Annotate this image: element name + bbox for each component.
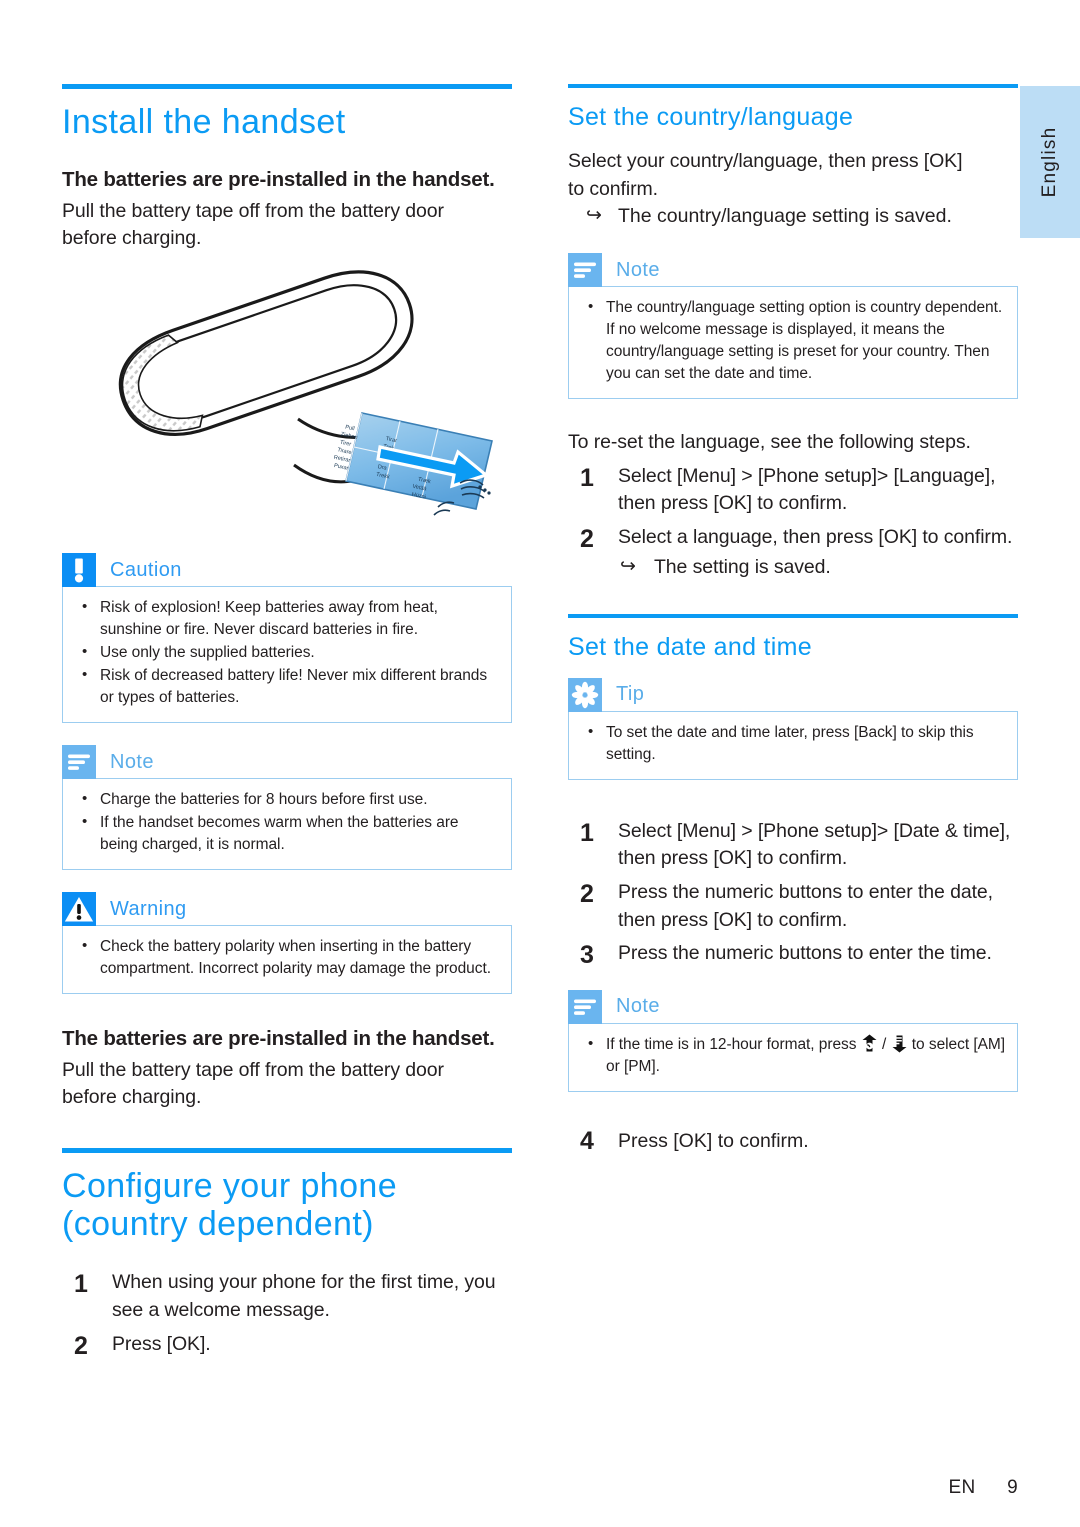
- footer-page-number: 9: [1007, 1477, 1018, 1498]
- list-item: Use only the supplied batteries.: [75, 641, 499, 664]
- callout-warning-title: Warning: [110, 897, 187, 920]
- list-item: Charge the batteries for 8 hours before …: [75, 788, 499, 811]
- note-icon: [62, 745, 96, 780]
- subheading-batteries-preinstalled-2: The batteries are pre-installed in the h…: [62, 1027, 495, 1051]
- callout-note-country-dependent: Note The country/language setting option…: [568, 253, 1018, 400]
- final-step: 4 Press [OK] to confirm.: [568, 1127, 1018, 1156]
- callout-tip-header: Tip: [568, 677, 1018, 712]
- page-title-configure: Configure your phone (country dependent): [62, 1167, 512, 1243]
- callout-note2-header: Note: [568, 989, 1018, 1024]
- page-title-configure-line1: Configure your phone: [62, 1167, 398, 1206]
- callout-caution-body: Risk of explosion! Keep batteries away f…: [62, 586, 512, 724]
- caution-icon: [62, 553, 96, 588]
- callout-note-header: Note: [62, 745, 512, 780]
- callout-note2-body: If the time is in 12-hour format, press …: [568, 1022, 1018, 1092]
- handset-battery-tape-illustration: Pull Ziehen Tirer Tirare Retirar Puxar T…: [62, 269, 512, 531]
- page-title-configure-line2: (country dependent): [62, 1205, 374, 1244]
- language-steps-list: Select [Menu] > [Phone setup]> [Language…: [568, 461, 1018, 582]
- callout-warning-body: Check the battery polarity when insertin…: [62, 925, 512, 995]
- list-item: If the time is in 12-hour format, press …: [581, 1033, 1005, 1078]
- list-item: If the handset becomes warm when the bat…: [75, 811, 499, 856]
- body-text-pull-tape-line2: before charging.: [62, 227, 202, 250]
- callout-note1-body: The country/language setting option is c…: [568, 286, 1018, 400]
- result-country-saved-text: The country/language setting is saved.: [618, 205, 952, 228]
- section-title-country-language: Set the country/language: [568, 103, 854, 131]
- callout-caution: Caution Risk of explosion! Keep batterie…: [62, 553, 512, 724]
- callout-warning: Warning Check the battery polarity when …: [62, 892, 512, 995]
- body-text-select-country-line1: Select your country/language, then press…: [568, 150, 963, 172]
- list-item: Check the battery polarity when insertin…: [75, 935, 499, 980]
- tip-icon: [568, 677, 602, 712]
- page-title: Install the handset: [62, 103, 346, 141]
- result-setting-saved-text: The setting is saved.: [654, 555, 831, 578]
- list-item: The country/language setting option is c…: [581, 296, 1005, 385]
- callout-note2-title: Note: [616, 995, 660, 1018]
- result-arrow-icon: ↪: [620, 555, 636, 577]
- result-country-saved: ↪ The country/language setting is saved.: [568, 203, 1018, 231]
- callout-note-12-hour-format: Note If the time is in 12-hour format, p…: [568, 989, 1018, 1092]
- section-title-date-time: Set the date and time: [568, 632, 812, 661]
- list-item: Press the numeric buttons to enter the t…: [580, 938, 992, 973]
- footer-locale: EN: [948, 1477, 976, 1498]
- warning-icon: [62, 892, 96, 927]
- body-text-select-country-line2: to confirm.: [568, 177, 658, 200]
- language-step-2-text: Select a language, then press [OK] to co…: [618, 526, 1013, 549]
- final-step-text: Press [OK] to confirm.: [618, 1129, 809, 1152]
- callout-tip-body: To set the date and time later, press [B…: [568, 710, 1018, 780]
- callout-tip-title: Tip: [616, 683, 645, 705]
- callout-warning-header: Warning: [62, 892, 512, 927]
- list-item: Select [Menu] > [Phone setup]> [Date & t…: [580, 815, 1011, 870]
- note2-prefix-text: If the time is in 12-hour format, press: [606, 1035, 857, 1053]
- body-text-pull-tape-2-line2: before charging.: [62, 1086, 202, 1109]
- result-arrow-icon: ↪: [586, 205, 602, 227]
- note2-separator: /: [882, 1035, 887, 1053]
- result-setting-saved: ↪ The setting is saved.: [618, 554, 1018, 582]
- phone-up-key-icon: [861, 1034, 878, 1053]
- subheading-batteries-preinstalled: The batteries are pre-installed in the h…: [62, 168, 495, 192]
- left-column: Install the handset The batteries are pr…: [62, 84, 512, 1364]
- manual-page: English Install the handset The batterie…: [0, 0, 1080, 1527]
- chapter-rule-2: [62, 1148, 512, 1154]
- list-item: Select a language, then press [OK] to co…: [568, 522, 1018, 582]
- language-tab: English: [1020, 86, 1080, 238]
- menu-down-key-icon: [891, 1034, 908, 1053]
- callout-note1-header: Note: [568, 253, 1018, 288]
- callout-tip: Tip To set the date and time later, pres…: [568, 677, 1018, 780]
- body-text-reset-language-intro: To re-set the language, see the followin…: [568, 431, 971, 454]
- callout-note1-title: Note: [616, 258, 660, 281]
- body-text-pull-tape-line1: Pull the battery tape off from the batte…: [62, 199, 444, 222]
- list-item: When using your phone for the first time…: [74, 1267, 496, 1321]
- list-item: Select [Menu] > [Phone setup]> [Language…: [568, 461, 1018, 518]
- datetime-steps-list: Select [Menu] > [Phone setup]> [Date & t…: [568, 815, 1018, 973]
- list-item: Press the numeric buttons to enter the d…: [580, 877, 993, 931]
- svg-text:Puxar: Puxar: [333, 463, 349, 472]
- list-item: Risk of decreased battery life! Never mi…: [75, 664, 499, 709]
- callout-note-title: Note: [110, 750, 154, 773]
- section-rule-country-language: [568, 84, 1018, 88]
- list-item: To set the date and time later, press [B…: [581, 721, 1005, 766]
- list-item: Risk of explosion! Keep batteries away f…: [75, 596, 499, 641]
- final-step-number: 4: [580, 1126, 594, 1155]
- note-icon: [568, 989, 602, 1024]
- svg-text:Pull: Pull: [345, 425, 355, 433]
- note-icon: [568, 253, 602, 288]
- language-tab-label: English: [1039, 126, 1060, 198]
- right-column: Set the country/language Select your cou…: [568, 84, 1018, 1160]
- configure-steps-list: When using your phone for the first time…: [62, 1267, 512, 1364]
- body-text-pull-tape-2-line1: Pull the battery tape off from the batte…: [62, 1058, 444, 1081]
- chapter-rule: [62, 84, 512, 89]
- callout-caution-header: Caution: [62, 553, 512, 588]
- list-item: Press [OK].: [74, 1329, 211, 1364]
- section-rule-date-time: [568, 613, 1018, 618]
- callout-note-charging: Note Charge the batteries for 8 hours be…: [62, 745, 512, 871]
- svg-text:Tirer: Tirer: [339, 440, 351, 448]
- callout-note-body: Charge the batteries for 8 hours before …: [62, 778, 512, 871]
- language-step-1-text: Select [Menu] > [Phone setup]> [Language…: [618, 464, 996, 515]
- callout-caution-title: Caution: [110, 558, 182, 581]
- page-footer: EN 9: [949, 1477, 1018, 1499]
